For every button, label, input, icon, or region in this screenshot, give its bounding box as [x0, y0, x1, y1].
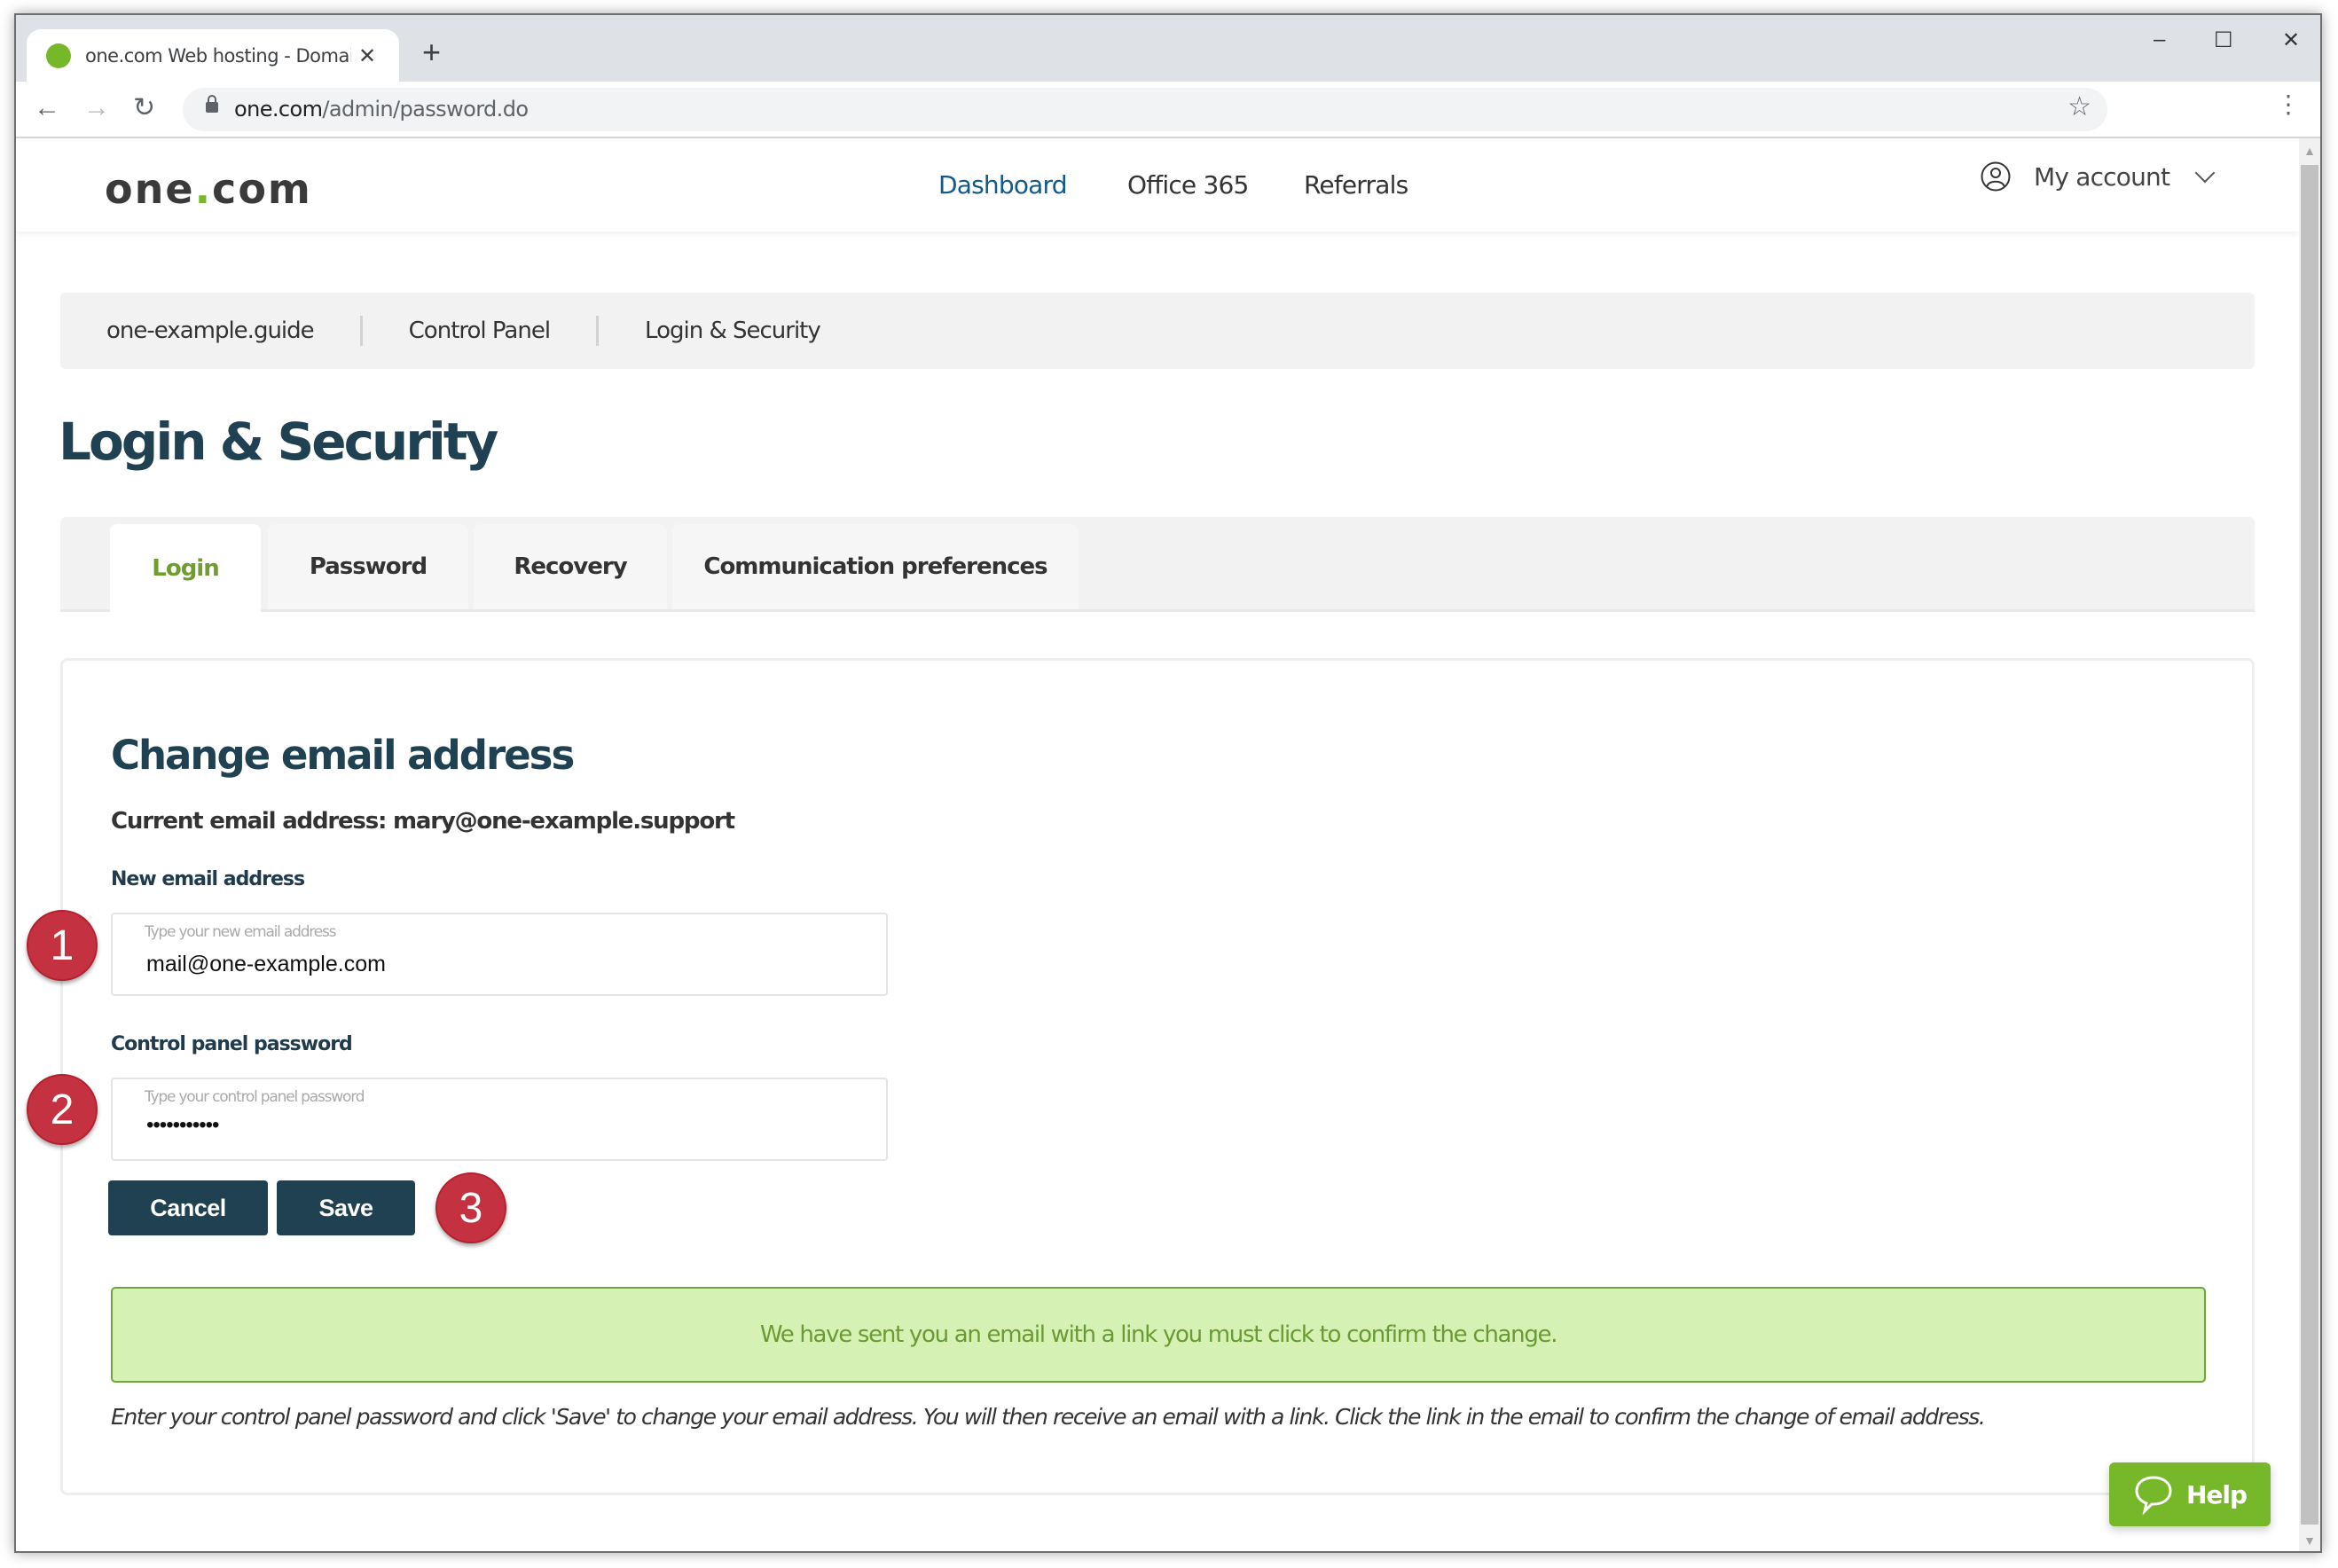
- browser-window: one.com Web hosting - Domain ✕ + – ☐ ✕ ←…: [14, 13, 2322, 1553]
- lock-icon: [206, 95, 218, 113]
- nav-dashboard[interactable]: Dashboard: [938, 170, 1068, 200]
- scroll-down-icon[interactable]: ▼: [2299, 1533, 2320, 1548]
- breadcrumb-control-panel[interactable]: Control Panel: [363, 318, 596, 344]
- nav-office-365[interactable]: Office 365: [1127, 170, 1249, 200]
- step-marker-1: 1: [27, 910, 98, 981]
- user-circle-icon: [1981, 161, 2011, 192]
- address-bar[interactable]: one.com/admin/password.do ☆: [183, 88, 2107, 131]
- back-arrow-icon[interactable]: ←: [34, 90, 60, 126]
- my-account-label: My account: [2034, 161, 2170, 192]
- instruction-text: Enter your control panel password and cl…: [111, 1404, 1986, 1430]
- url-text: one.com/admin/password.do: [234, 97, 529, 122]
- new-email-input[interactable]: [146, 952, 856, 977]
- tab-recovery[interactable]: Recovery: [474, 524, 667, 609]
- change-email-card: Change email address Current email addre…: [60, 658, 2255, 1495]
- save-button[interactable]: Save: [277, 1180, 415, 1235]
- new-email-field[interactable]: Type your new email address: [111, 913, 888, 996]
- forward-arrow-icon[interactable]: →: [83, 90, 110, 126]
- step-marker-2: 2: [27, 1074, 98, 1145]
- breadcrumb: one-example.guide Control Panel Login & …: [60, 293, 2255, 369]
- scroll-thumb[interactable]: [2301, 165, 2318, 1525]
- chevron-down-icon: [2194, 162, 2216, 184]
- section-title: Change email address: [111, 732, 575, 779]
- tab-login[interactable]: Login: [110, 524, 261, 612]
- password-placeholder: Type your control panel password: [145, 1088, 365, 1106]
- help-button[interactable]: Help: [2109, 1462, 2271, 1526]
- bookmark-star-icon[interactable]: ☆: [2067, 91, 2091, 122]
- site-header: one.com Dashboard Office 365 Referrals M…: [16, 138, 2299, 231]
- new-email-placeholder: Type your new email address: [145, 923, 336, 941]
- browser-menu-icon[interactable]: ⋮: [2276, 92, 2301, 117]
- chat-bubble-icon: [2135, 1476, 2172, 1515]
- page-viewport: one.com Dashboard Office 365 Referrals M…: [16, 138, 2320, 1551]
- current-email-text: Current email address: mary@one-example.…: [111, 808, 735, 835]
- one-com-logo[interactable]: one.com: [105, 165, 312, 213]
- tab-strip: one.com Web hosting - Domain ✕ + – ☐ ✕: [16, 15, 2320, 82]
- page-scrollbar[interactable]: ▲ ▼: [2299, 138, 2320, 1551]
- new-tab-button[interactable]: +: [422, 35, 441, 70]
- nav-referrals[interactable]: Referrals: [1304, 170, 1408, 200]
- minimize-button[interactable]: –: [2154, 27, 2165, 52]
- step-marker-3: 3: [435, 1172, 506, 1243]
- success-message: We have sent you an email with a link yo…: [111, 1287, 2206, 1383]
- browser-toolbar: ← → ↻ one.com/admin/password.do ☆ ⋮: [16, 82, 2320, 138]
- section-tabs: Login Password Recovery Communication pr…: [60, 517, 2255, 612]
- tab-communication-preferences[interactable]: Communication preferences: [672, 524, 1079, 609]
- new-email-label: New email address: [111, 868, 305, 890]
- cancel-button[interactable]: Cancel: [108, 1180, 268, 1235]
- browser-tab[interactable]: one.com Web hosting - Domain ✕: [27, 29, 399, 82]
- tab-password[interactable]: Password: [268, 524, 468, 609]
- page-title: Login & Security: [59, 412, 498, 472]
- password-field[interactable]: Type your control panel password •••••••…: [111, 1078, 888, 1161]
- scroll-up-icon[interactable]: ▲: [2299, 144, 2320, 158]
- tab-close-icon[interactable]: ✕: [358, 43, 376, 69]
- tab-title: one.com Web hosting - Domain: [85, 45, 351, 67]
- help-label: Help: [2185, 1479, 2248, 1509]
- password-label: Control panel password: [111, 1033, 353, 1055]
- breadcrumb-domain[interactable]: one-example.guide: [60, 318, 360, 344]
- maximize-button[interactable]: ☐: [2214, 27, 2233, 53]
- my-account-menu[interactable]: My account: [1981, 161, 2216, 192]
- close-window-button[interactable]: ✕: [2282, 27, 2300, 53]
- breadcrumb-login-security[interactable]: Login & Security: [599, 318, 867, 344]
- reload-icon[interactable]: ↻: [133, 90, 155, 126]
- favicon-icon: [46, 43, 71, 68]
- password-input[interactable]: •••••••••••: [146, 1113, 856, 1138]
